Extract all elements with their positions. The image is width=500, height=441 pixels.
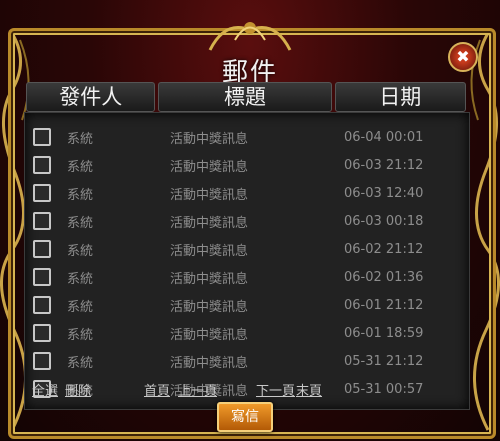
column-header-date: 日期: [334, 82, 466, 112]
column-header-sender: 發件人: [26, 82, 156, 112]
mail-checkbox[interactable]: [33, 324, 51, 342]
mail-date: 06-01 21:12: [344, 297, 424, 313]
mail-checkbox[interactable]: [33, 296, 51, 314]
mail-row[interactable]: 系統 活動中獎訊息 06-02 21:12: [30, 235, 460, 263]
mail-subject[interactable]: 活動中獎訊息: [170, 296, 248, 315]
mail-subject[interactable]: 活動中獎訊息: [170, 184, 248, 203]
mail-date: 06-02 01:36: [344, 269, 424, 285]
mail-checkbox[interactable]: [33, 212, 51, 230]
mail-subject[interactable]: 活動中獎訊息: [170, 268, 248, 287]
mail-sender: 系統: [67, 271, 94, 287]
mail-row[interactable]: 系統 活動中獎訊息 06-04 00:01: [30, 123, 460, 151]
mail-row[interactable]: 系統 活動中獎訊息 06-01 18:59: [30, 319, 460, 347]
mail-date: 06-03 00:18: [344, 213, 424, 229]
mail-checkbox[interactable]: [33, 240, 51, 258]
mail-row[interactable]: 系統 活動中獎訊息 06-01 21:12: [30, 291, 460, 319]
mail-date: 06-01 18:59: [344, 325, 424, 341]
mail-row[interactable]: 系統 活動中獎訊息 06-03 12:40: [30, 179, 460, 207]
mail-sender: 系統: [67, 215, 94, 231]
mail-checkbox[interactable]: [33, 128, 51, 146]
mail-sender: 系統: [67, 159, 94, 175]
mail-subject[interactable]: 活動中獎訊息: [170, 128, 248, 147]
mail-sender: 系統: [67, 299, 94, 315]
column-header-subject: 標題: [158, 82, 332, 112]
mail-checkbox[interactable]: [33, 184, 51, 202]
prev-page-link[interactable]: 上一頁: [178, 380, 217, 399]
mail-list: 系統 活動中獎訊息 06-04 00:01 系統 活動中獎訊息 06-03 21…: [30, 123, 460, 403]
mail-sender: 系統: [67, 131, 94, 147]
column-header: 發件人 標題 日期: [26, 82, 466, 112]
mail-row[interactable]: 系統 活動中獎訊息 06-02 01:36: [30, 263, 460, 291]
mail-sender: 系統: [67, 355, 94, 371]
mail-checkbox[interactable]: [33, 352, 51, 370]
next-page-link[interactable]: 下一頁: [256, 380, 295, 399]
mail-subject[interactable]: 活動中獎訊息: [170, 324, 248, 343]
mail-date: 06-03 12:40: [344, 185, 424, 201]
mail-checkbox[interactable]: [33, 268, 51, 286]
mail-date: 06-04 00:01: [344, 129, 424, 145]
close-icon: ✖: [456, 47, 470, 66]
mail-sender: 系統: [67, 327, 94, 343]
last-page-link[interactable]: 末頁: [296, 380, 322, 399]
mail-row[interactable]: 系統 活動中獎訊息 06-03 00:18: [30, 207, 460, 235]
crest-ornament: [208, 22, 292, 51]
first-page-link[interactable]: 首頁: [144, 380, 170, 399]
mail-subject[interactable]: 活動中獎訊息: [170, 156, 248, 175]
mail-row[interactable]: 系統 活動中獎訊息 05-31 21:12: [30, 347, 460, 375]
mail-subject[interactable]: 活動中獎訊息: [170, 352, 248, 371]
mail-subject[interactable]: 活動中獎訊息: [170, 212, 248, 231]
mail-date: 06-02 21:12: [344, 241, 424, 257]
mail-row[interactable]: 系統 活動中獎訊息 06-03 21:12: [30, 151, 460, 179]
write-mail-button[interactable]: 寫信: [217, 402, 273, 432]
mail-date: 06-03 21:12: [344, 157, 424, 173]
select-all-link[interactable]: 全選: [32, 380, 58, 399]
mail-subject[interactable]: 活動中獎訊息: [170, 240, 248, 259]
mail-checkbox[interactable]: [33, 156, 51, 174]
mail-date: 05-31 21:12: [344, 353, 424, 369]
delete-link[interactable]: 刪除: [65, 380, 91, 399]
mail-sender: 系統: [67, 243, 94, 259]
close-button[interactable]: ✖: [448, 42, 478, 72]
mail-sender: 系統: [67, 187, 94, 203]
pager: 全選 刪除 首頁 上一頁 下一頁 末頁: [30, 380, 470, 399]
